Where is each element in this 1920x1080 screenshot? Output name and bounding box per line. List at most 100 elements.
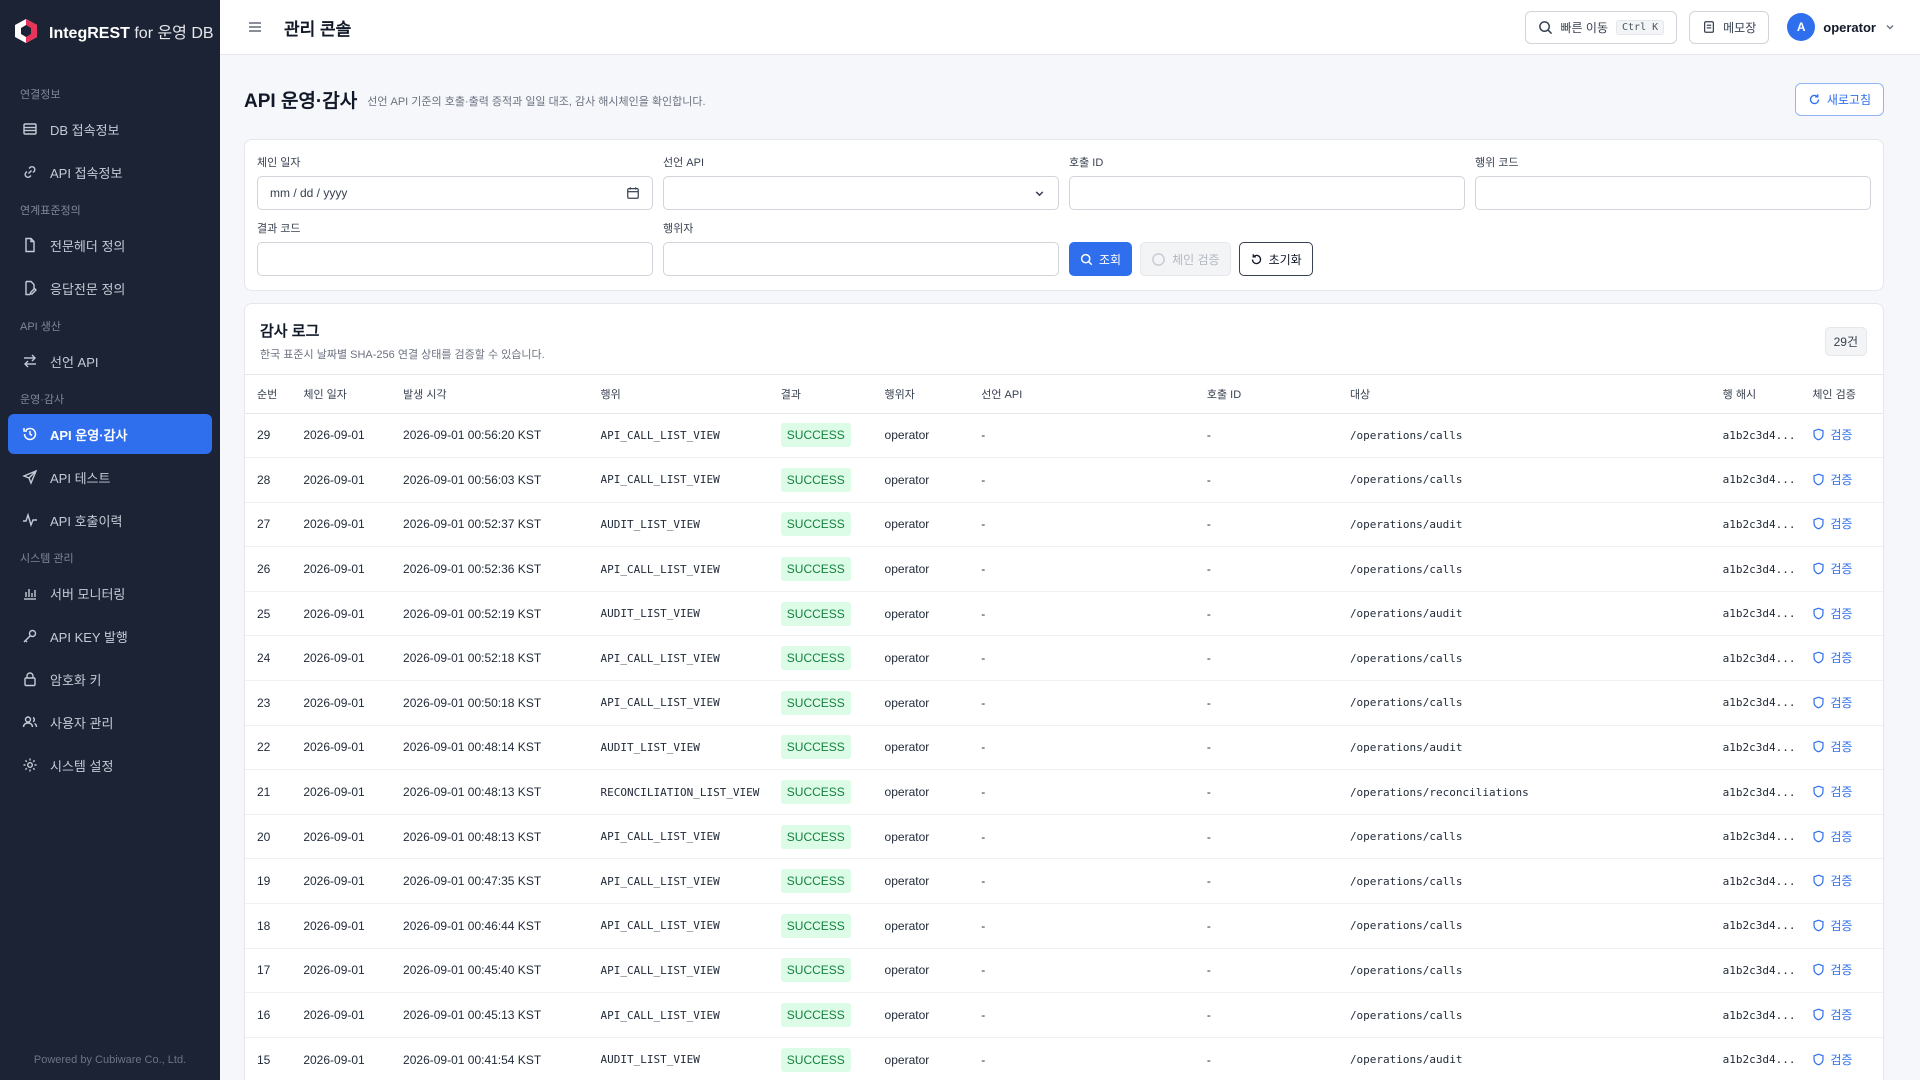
hash-cell: a1b2c3d4... — [1710, 1037, 1801, 1080]
audit-log-subtitle: 한국 표준시 날짜별 SHA-256 연결 상태를 검증할 수 있습니다. — [260, 349, 545, 361]
verify-link[interactable]: 검증 — [1812, 515, 1852, 532]
sidebar-item[interactable]: 사용자 관리 — [8, 702, 212, 742]
verify-link[interactable]: 검증 — [1812, 471, 1852, 488]
verify-link[interactable]: 검증 — [1812, 738, 1852, 755]
call-id-input[interactable] — [1069, 176, 1465, 210]
time-cell: 2026-09-01 00:48:13 KST — [391, 814, 589, 860]
sidebar-item[interactable]: 전문헤더 정의 — [8, 225, 212, 265]
hamburger-icon[interactable] — [246, 18, 264, 36]
sidebar-item[interactable]: 응답전문 정의 — [8, 268, 212, 308]
sidebar-item-label: 사용자 관리 — [50, 715, 114, 731]
calendar-icon[interactable] — [626, 186, 640, 200]
verify-link[interactable]: 검증 — [1812, 1006, 1852, 1023]
action-code-input[interactable] — [1475, 176, 1871, 210]
bar-chart-icon — [22, 585, 38, 601]
verify-link[interactable]: 검증 — [1812, 694, 1852, 711]
table-row[interactable]: 18 2026-09-01 2026-09-01 00:46:44 KST API_C… — [245, 903, 1883, 949]
verify-label: 검증 — [1830, 785, 1853, 800]
verify-link[interactable]: 검증 — [1812, 783, 1852, 800]
result-code-input[interactable] — [257, 242, 653, 276]
table-row[interactable]: 20 2026-09-01 2026-09-01 00:48:13 KST API_C… — [245, 814, 1883, 860]
sidebar-item[interactable]: 암호화 키 — [8, 659, 212, 699]
sidebar-item[interactable]: API 운영·감사 — [8, 414, 212, 454]
actor-cell: operator — [872, 591, 970, 637]
chain-verify-button[interactable]: 체인 검증 — [1140, 242, 1231, 276]
table-row[interactable]: 15 2026-09-01 2026-09-01 00:41:54 KST AUDIT… — [245, 1037, 1883, 1080]
verify-label: 검증 — [1830, 874, 1853, 889]
verify-link[interactable]: 검증 — [1812, 917, 1852, 934]
table-row[interactable]: 26 2026-09-01 2026-09-01 00:52:36 KST API_C… — [245, 546, 1883, 592]
spinner-icon — [1152, 252, 1165, 266]
chain-date-input[interactable]: mm / dd / yyyy — [257, 176, 653, 210]
brand[interactable]: IntegREST for 운영 DB — [0, 0, 220, 62]
table-row[interactable]: 25 2026-09-01 2026-09-01 00:52:19 KST AUDIT… — [245, 591, 1883, 637]
hash-cell: a1b2c3d4... — [1710, 502, 1801, 548]
verify-link[interactable]: 검증 — [1812, 828, 1852, 845]
verify-link[interactable]: 검증 — [1812, 1051, 1852, 1068]
sidebar-item-label: 암호화 키 — [50, 672, 102, 688]
table-row[interactable]: 24 2026-09-01 2026-09-01 00:52:18 KST API_C… — [245, 635, 1883, 682]
seq-cell: 22 — [245, 725, 292, 771]
reset-button[interactable]: 초기화 — [1238, 242, 1313, 276]
sidebar-item[interactable]: API KEY 발행 — [8, 616, 212, 656]
memo-button[interactable]: 메모장 — [1689, 10, 1770, 44]
verify-link[interactable]: 검증 — [1812, 649, 1852, 666]
sidebar-item[interactable]: API 접속정보 — [8, 152, 212, 192]
sidebar-item[interactable]: DB 접속정보 — [8, 109, 212, 149]
sidebar-item-label: API 접속정보 — [50, 165, 123, 181]
verify-cell: 검증 — [1800, 635, 1883, 682]
actor-input[interactable] — [663, 242, 1059, 276]
seq-cell: 23 — [245, 680, 292, 726]
count-badge: 29건 — [1824, 326, 1867, 356]
user-menu[interactable]: A operator — [1787, 13, 1896, 41]
console-title: 관리 콘솔 — [284, 19, 352, 39]
search-button[interactable]: 조회 — [1069, 242, 1133, 276]
table-row[interactable]: 23 2026-09-01 2026-09-01 00:50:18 KST API_C… — [245, 680, 1883, 726]
action-cell: AUDIT_LIST_VIEW — [588, 1037, 769, 1080]
table-row[interactable]: 21 2026-09-01 2026-09-01 00:48:13 KST RECON… — [245, 769, 1883, 815]
verify-cell: 검증 — [1800, 591, 1883, 637]
sidebar-item-label: API KEY 발행 — [50, 629, 128, 645]
table-row[interactable]: 28 2026-09-01 2026-09-01 00:56:03 KST API_C… — [245, 457, 1883, 503]
api-select[interactable] — [663, 176, 1059, 210]
seq-cell: 25 — [245, 591, 292, 637]
verify-label: 검증 — [1830, 695, 1853, 710]
actor-cell: operator — [872, 413, 970, 459]
sidebar-item-label: API 운영·감사 — [50, 427, 128, 443]
table-row[interactable]: 22 2026-09-01 2026-09-01 00:48:14 KST AUDIT… — [245, 725, 1883, 771]
verify-link[interactable]: 검증 — [1812, 961, 1852, 978]
table-row[interactable]: 16 2026-09-01 2026-09-01 00:45:13 KST API_C… — [245, 992, 1883, 1038]
hash-cell: a1b2c3d4... — [1710, 591, 1801, 637]
table-row[interactable]: 19 2026-09-01 2026-09-01 00:47:35 KST API_C… — [245, 858, 1883, 905]
table-row[interactable]: 29 2026-09-01 2026-09-01 00:56:20 KST API_C… — [245, 413, 1883, 459]
shield-icon — [1813, 562, 1824, 575]
result-cell: SUCCESS — [768, 502, 873, 548]
result-cell: SUCCESS — [768, 725, 873, 771]
quick-jump-button[interactable]: 빠른 이동 Ctrl K — [1524, 10, 1678, 44]
actor-cell: operator — [872, 948, 970, 994]
refresh-button[interactable]: 새로고침 — [1794, 82, 1884, 116]
time-cell: 2026-09-01 00:56:20 KST — [391, 413, 589, 459]
sidebar-item[interactable]: 서버 모니터링 — [8, 573, 212, 613]
verify-link[interactable]: 검증 — [1812, 605, 1852, 622]
api-cell: - — [969, 457, 1195, 503]
shield-icon — [1813, 830, 1824, 843]
table-row[interactable]: 27 2026-09-01 2026-09-01 00:52:37 KST AUDIT… — [245, 502, 1883, 548]
notepad-icon — [1704, 21, 1715, 33]
sidebar-item[interactable]: API 호출이력 — [8, 500, 212, 540]
verify-link[interactable]: 검증 — [1812, 426, 1852, 443]
verify-link[interactable]: 검증 — [1812, 560, 1852, 577]
sidebar-item[interactable]: API 테스트 — [8, 457, 212, 497]
actor-cell: operator — [872, 1037, 970, 1080]
nav-section-title: 운영·감사 — [20, 394, 65, 406]
verify-link[interactable]: 검증 — [1812, 872, 1852, 889]
sidebar-item[interactable]: 선언 API — [8, 341, 212, 381]
shield-icon — [1813, 741, 1824, 753]
action-cell: API_CALL_LIST_VIEW — [588, 680, 769, 726]
hash-cell: a1b2c3d4... — [1710, 992, 1801, 1038]
chain-date-cell: 2026-09-01 — [291, 725, 392, 771]
actor-label: 행위자 — [663, 223, 694, 235]
sidebar-item[interactable]: 시스템 설정 — [8, 745, 212, 785]
table-row[interactable]: 17 2026-09-01 2026-09-01 00:45:40 KST API_C… — [245, 948, 1883, 994]
verify-label: 검증 — [1830, 517, 1853, 532]
